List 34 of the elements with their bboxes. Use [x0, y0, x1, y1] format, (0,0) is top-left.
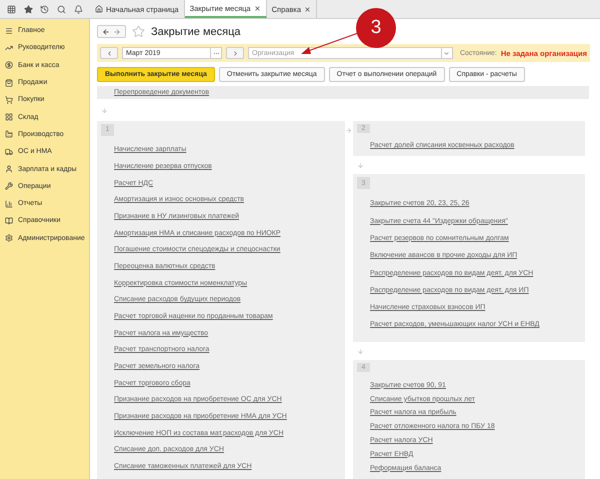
book-icon	[5, 216, 13, 225]
truck-icon	[5, 148, 13, 156]
wrench-icon	[5, 182, 13, 190]
close-icon[interactable]	[304, 6, 312, 12]
trend-icon	[5, 44, 13, 52]
arrow-right-icon	[345, 127, 352, 134]
close-icon[interactable]	[254, 4, 261, 12]
arrow-down-icon	[101, 106, 108, 114]
select-period-button[interactable]	[211, 47, 222, 59]
back-arrow-icon	[102, 28, 110, 36]
person-icon	[5, 165, 13, 174]
form-title: Закрытие месяца	[151, 26, 241, 38]
arrow-down-icon	[357, 348, 364, 355]
forward-arrow-icon	[113, 28, 121, 36]
settings-icon	[5, 234, 13, 242]
menu-icon	[5, 26, 13, 35]
bar-chart-icon	[5, 200, 13, 208]
home-icon	[95, 5, 103, 13]
chevron-left-icon	[106, 50, 112, 56]
chevron-down-icon	[443, 50, 450, 56]
grid-icon	[5, 113, 13, 122]
star-icon[interactable]	[24, 4, 33, 14]
search-icon[interactable]	[57, 4, 66, 14]
favorite-star-icon[interactable]	[132, 25, 145, 38]
history-icon[interactable]	[40, 4, 50, 14]
bag-icon	[5, 78, 13, 87]
apps-grid-icon[interactable]	[6, 4, 16, 14]
cart-icon	[5, 96, 13, 104]
chevron-right-icon	[232, 50, 238, 56]
coin-icon	[5, 61, 13, 70]
bell-icon[interactable]	[74, 4, 84, 14]
factory-icon	[5, 130, 13, 138]
arrow-down-icon	[357, 162, 364, 169]
back-forward-button[interactable]	[97, 25, 126, 38]
